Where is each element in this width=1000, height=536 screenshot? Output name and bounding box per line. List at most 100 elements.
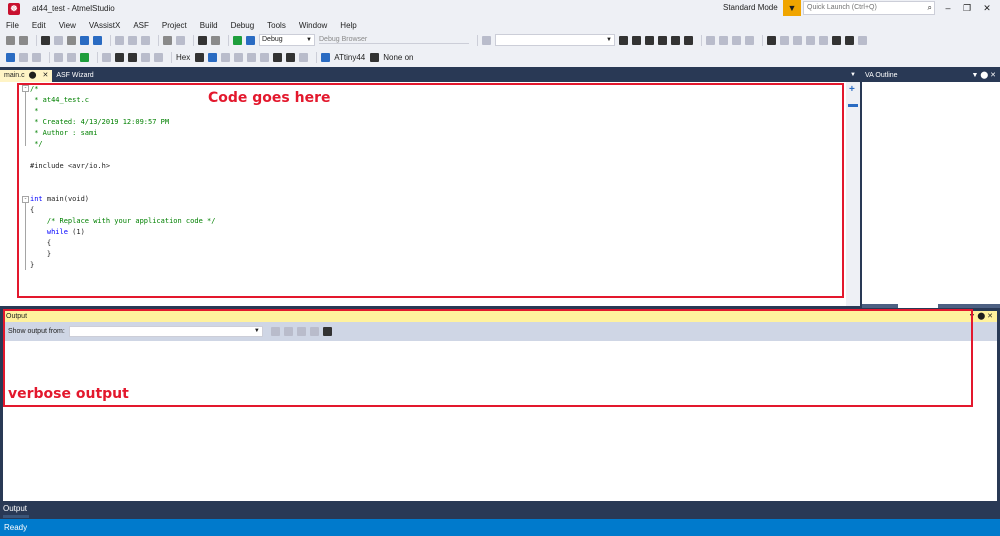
comment-icon[interactable]: [732, 35, 741, 45]
tab-asf-wizard[interactable]: ASF Wizard: [52, 70, 97, 82]
memory-view-icon[interactable]: [671, 35, 680, 45]
menu-edit[interactable]: Edit: [32, 21, 46, 30]
show-next-statement-icon[interactable]: [102, 52, 111, 62]
save-icon[interactable]: [80, 35, 89, 45]
window-title: at44_test - AtmelStudio: [32, 4, 115, 13]
va-bottom-tab-strip[interactable]: [862, 304, 1000, 308]
wrench-icon[interactable]: [632, 35, 641, 45]
restore-button[interactable]: ❐: [959, 2, 975, 14]
io-view-icon[interactable]: [286, 52, 296, 62]
search-icon[interactable]: ⌕: [928, 2, 932, 14]
tab-list-dropdown-icon[interactable]: ▼: [850, 72, 856, 78]
redo-icon[interactable]: [176, 35, 185, 45]
step-into-icon[interactable]: [115, 52, 124, 62]
minimize-button[interactable]: –: [940, 2, 956, 14]
memory-icon[interactable]: [260, 52, 270, 62]
indent-icon[interactable]: [706, 35, 715, 45]
menu-debug[interactable]: Debug: [231, 21, 255, 30]
tab-main-c[interactable]: main.c ⬤ ✕: [0, 70, 53, 82]
processor-view-icon[interactable]: [658, 35, 667, 45]
open-file-icon[interactable]: [67, 35, 76, 45]
step-out-icon[interactable]: [141, 52, 150, 62]
va-outline-panel[interactable]: [862, 82, 1000, 304]
customize-toolbar-icon[interactable]: [858, 35, 867, 45]
bookmark-icon[interactable]: [767, 35, 776, 45]
forward-icon[interactable]: [19, 35, 28, 45]
stop-icon[interactable]: [19, 52, 28, 62]
menu-tools[interactable]: Tools: [267, 21, 286, 30]
find-combo[interactable]: ▼: [495, 34, 615, 46]
toolbar-separator: [762, 34, 763, 46]
menu-window[interactable]: Window: [299, 21, 327, 30]
disassembly-icon[interactable]: [195, 52, 205, 62]
status-bar: Ready: [0, 519, 1000, 536]
menu-asf[interactable]: ASF: [133, 21, 149, 30]
menu-view[interactable]: View: [59, 21, 76, 30]
restart-icon[interactable]: [32, 52, 41, 62]
toolbar-separator: [316, 51, 318, 63]
bookmark-folder-icon[interactable]: [806, 35, 815, 45]
processor-status-icon[interactable]: [299, 52, 309, 62]
layout-2-icon[interactable]: [845, 35, 854, 45]
save-all-icon[interactable]: [93, 35, 102, 45]
toolbar-separator: [110, 34, 111, 46]
breakpoints-icon[interactable]: [208, 52, 218, 62]
configuration-select[interactable]: Debug ▼: [259, 34, 315, 46]
close-icon[interactable]: ✕: [42, 70, 48, 82]
break-all-icon[interactable]: [67, 52, 76, 62]
undo-icon[interactable]: [163, 35, 172, 45]
start-without-debugging-icon[interactable]: [246, 35, 255, 45]
window-layout-icon[interactable]: [684, 35, 693, 45]
menu-project[interactable]: Project: [162, 21, 187, 30]
device-chip-icon[interactable]: [321, 52, 331, 62]
continue-icon[interactable]: [54, 52, 63, 62]
menu-build[interactable]: Build: [200, 21, 218, 30]
device-select[interactable]: ATtiny44: [334, 53, 365, 62]
debug-browser-select[interactable]: Debug Browser: [319, 36, 469, 44]
quick-launch-input[interactable]: Quick Launch (Ctrl+Q) ⌕: [803, 1, 935, 15]
run-to-cursor-icon[interactable]: [154, 52, 163, 62]
notification-filter-icon[interactable]: ▼: [783, 0, 801, 16]
debug-pause-icon[interactable]: [6, 52, 15, 62]
locals-icon[interactable]: [234, 52, 244, 62]
tool-icon[interactable]: [370, 52, 380, 62]
prev-bookmark-icon[interactable]: [780, 35, 789, 45]
tool-select[interactable]: None on: [383, 53, 413, 62]
start-debugging-icon[interactable]: [233, 35, 242, 45]
find-icon[interactable]: [211, 35, 220, 45]
output-annotation-label: verbose output: [8, 386, 129, 402]
menu-help[interactable]: Help: [340, 21, 356, 30]
chevron-down-icon: ▼: [606, 37, 612, 43]
toolbar-separator: [477, 34, 478, 46]
layout-icon[interactable]: [832, 35, 841, 45]
outdent-icon[interactable]: [719, 35, 728, 45]
step-over-icon[interactable]: [128, 52, 137, 62]
pin-icon[interactable]: ⬤: [29, 70, 37, 82]
output-tab[interactable]: Output: [3, 504, 27, 513]
next-bookmark-icon[interactable]: [793, 35, 802, 45]
menu-vassistx[interactable]: VAssistX: [89, 21, 120, 30]
hex-toggle[interactable]: Hex: [176, 53, 190, 62]
split-plus-icon[interactable]: +: [849, 84, 855, 95]
device-programming-icon[interactable]: [619, 35, 628, 45]
clear-bookmarks-icon[interactable]: [819, 35, 828, 45]
back-icon[interactable]: [6, 35, 15, 45]
new-project-icon[interactable]: [41, 35, 50, 45]
run-icon[interactable]: [80, 52, 89, 62]
scroll-thumb[interactable]: [848, 104, 858, 107]
editor-scrollbar[interactable]: +: [846, 82, 860, 306]
cut-icon[interactable]: [115, 35, 124, 45]
menu-file[interactable]: File: [6, 21, 19, 30]
registers-icon[interactable]: [273, 52, 283, 62]
watch-icon[interactable]: [221, 52, 231, 62]
find-in-files-icon[interactable]: [482, 35, 491, 45]
paste-icon[interactable]: [141, 35, 150, 45]
solution-explorer-icon[interactable]: [198, 35, 207, 45]
add-item-icon[interactable]: [54, 35, 63, 45]
settings-icon[interactable]: [645, 35, 654, 45]
panel-controls[interactable]: ▼ ⬤ ✕: [971, 70, 996, 82]
uncomment-icon[interactable]: [745, 35, 754, 45]
call-stack-icon[interactable]: [247, 52, 257, 62]
copy-icon[interactable]: [128, 35, 137, 45]
close-button[interactable]: ✕: [979, 2, 995, 14]
